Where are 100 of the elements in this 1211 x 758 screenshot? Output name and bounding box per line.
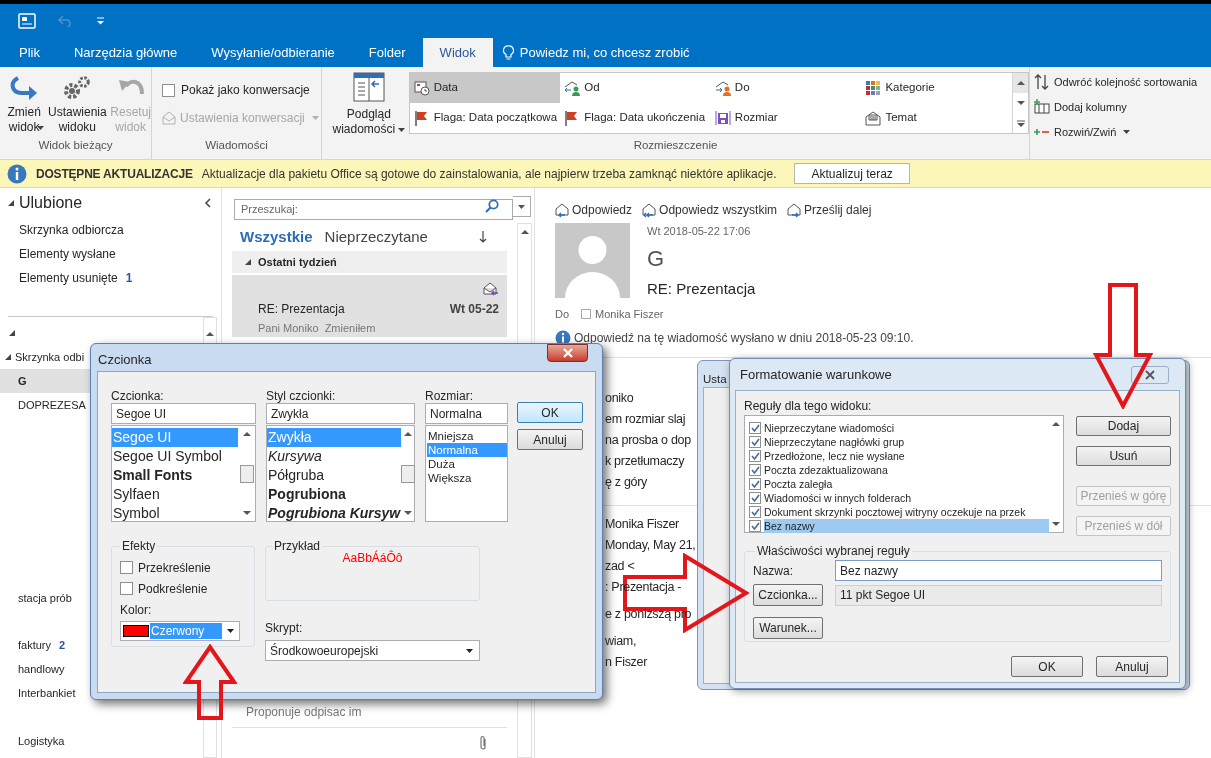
ribbon-tab[interactable]: Folder: [351, 38, 423, 67]
expand-triangle-icon[interactable]: [244, 258, 252, 266]
folder-item[interactable]: Elementy usunięte: [19, 269, 118, 287]
text-field[interactable]: Zwykła: [266, 403, 415, 424]
expand-triangle-icon[interactable]: [4, 353, 12, 361]
scroll-up-icon[interactable]: [1016, 81, 1025, 85]
folder-item[interactable]: stacja prób: [18, 589, 72, 607]
sort-arrow-icon[interactable]: [479, 231, 487, 243]
close-button[interactable]: [1131, 365, 1169, 384]
dialog-button[interactable]: Dodaj: [1075, 416, 1171, 436]
expand-triangle-icon[interactable]: [7, 199, 15, 207]
filter-tab[interactable]: Nieprzeczytane: [324, 225, 428, 249]
folder-item[interactable]: faktury: [18, 636, 51, 654]
checkbox[interactable]: [749, 506, 761, 518]
checkbox[interactable]: [749, 436, 761, 448]
rule-item[interactable]: Nieprzeczytane wiadomości: [764, 421, 1049, 435]
checkbox[interactable]: [749, 478, 761, 490]
caret-icon[interactable]: [518, 204, 525, 209]
filter-tab[interactable]: Wszystkie: [240, 225, 313, 249]
collapse-chevron-icon[interactable]: [204, 198, 211, 208]
list-item[interactable]: Pogrubiona Kursyw: [267, 504, 402, 523]
scroll-down-icon[interactable]: [1051, 522, 1060, 526]
caret-icon[interactable]: [1123, 130, 1131, 134]
folder-item[interactable]: Elementy wysłane: [19, 245, 116, 263]
reply-action[interactable]: Prześlij dalej: [787, 201, 872, 219]
view-button[interactable]: Zmień widok: [4, 73, 45, 135]
scroll-up-icon[interactable]: [1051, 422, 1060, 426]
scroll-down-icon[interactable]: [404, 511, 413, 515]
recipient-name[interactable]: Monika Fiszer: [595, 306, 664, 323]
reading-pane-button[interactable]: Podgląd wiadomości: [330, 72, 408, 137]
list-item[interactable]: Duża: [427, 457, 507, 471]
list-item[interactable]: Pogrubiona: [267, 485, 402, 504]
list-item[interactable]: Półgruba: [267, 466, 402, 485]
rule-item[interactable]: Przedłożone, lecz nie wysłane: [764, 449, 1049, 463]
ribbon-tab[interactable]: Narzędzia główne: [56, 38, 195, 67]
sort-command[interactable]: Rozwiń/Zwiń: [1034, 122, 1211, 142]
caret-icon[interactable]: [227, 629, 234, 633]
dialog-button[interactable]: Usuń: [1075, 446, 1171, 466]
name-field[interactable]: Bez nazwy: [835, 560, 1162, 581]
checkbox[interactable]: [749, 492, 761, 504]
scroll-up-icon[interactable]: [242, 432, 251, 436]
dialog-button[interactable]: Anuluj: [1096, 656, 1168, 677]
caret-icon[interactable]: [466, 648, 473, 653]
condition-button[interactable]: Warunek...: [753, 617, 823, 639]
ribbon-tab[interactable]: Plik: [2, 38, 57, 67]
ribbon-tab[interactable]: Wysyłanie/odbieranie: [194, 38, 352, 67]
rule-item[interactable]: Dokument skrzynki pocztowej witryny oczekuje na przek: [764, 505, 1049, 519]
folder-item[interactable]: Skrzynka odbiorcza: [19, 221, 124, 239]
checkbox[interactable]: [120, 561, 133, 574]
list-item[interactable]: Small Fonts: [112, 466, 238, 485]
ribbon-tab[interactable]: Widok: [422, 38, 493, 67]
list-item[interactable]: Większa: [427, 471, 507, 485]
rule-item[interactable]: Bez nazwy: [764, 519, 1049, 533]
folder-item[interactable]: Logistyka: [18, 732, 65, 750]
checkbox[interactable]: [749, 464, 761, 476]
close-button[interactable]: [547, 344, 588, 362]
scroll-up-icon[interactable]: [404, 432, 413, 436]
list-item[interactable]: Sylfaen: [112, 485, 238, 504]
arrangement-option[interactable]: Data: [409, 73, 561, 103]
script-select[interactable]: Środkowoeuropejski: [265, 640, 480, 661]
reply-action[interactable]: Odpowiedz wszystkim: [642, 201, 778, 219]
rule-item[interactable]: Wiadomości w innych folderach: [764, 491, 1049, 505]
text-field[interactable]: Normalna: [425, 403, 508, 424]
folder-item[interactable]: Interbankiet: [18, 684, 76, 702]
scroll-up-icon[interactable]: [520, 230, 529, 234]
dialog-button[interactable]: OK: [517, 402, 583, 423]
list-item[interactable]: Kursywa: [267, 447, 402, 466]
search-field[interactable]: Przeszukaj:: [234, 198, 513, 220]
caret-icon[interactable]: [398, 127, 406, 132]
rule-item[interactable]: Poczta zdezaktualizowana: [764, 463, 1049, 477]
view-button[interactable]: Ustawienia widoku: [48, 73, 107, 135]
list-item[interactable]: Mniejsza: [427, 429, 507, 443]
tell-me-field[interactable]: Powiedz mi, co chcesz zrobić: [519, 42, 690, 63]
checkbox[interactable]: [120, 582, 133, 595]
update-now-button[interactable]: Aktualizuj teraz: [794, 163, 910, 184]
favorites-header[interactable]: Ulubione: [19, 191, 83, 215]
folder-item[interactable]: handlowy: [18, 660, 65, 678]
text-field[interactable]: Segoe UI: [111, 403, 256, 424]
checkbox[interactable]: [162, 83, 175, 97]
folder-item[interactable]: Skrzynka odbi: [15, 348, 85, 366]
sort-command[interactable]: Odwróć kolejność sortowania: [1034, 72, 1211, 92]
dialog-button[interactable]: OK: [1011, 656, 1083, 677]
scroll-down-icon[interactable]: [242, 511, 251, 515]
checkbox[interactable]: [749, 450, 761, 462]
folder-item[interactable]: DOPREZESA: [18, 396, 86, 414]
search-scope-dropdown[interactable]: [513, 196, 531, 217]
app-icon[interactable]: [18, 13, 36, 29]
scroll-down-icon[interactable]: [1016, 101, 1025, 105]
expand-triangle-icon[interactable]: [8, 329, 16, 337]
scroll-up-icon[interactable]: [206, 332, 214, 336]
dialog-button[interactable]: Anuluj: [517, 429, 583, 450]
list-item[interactable]: Segoe UI Symbol: [112, 447, 238, 466]
font-button[interactable]: Czcionka...: [753, 584, 823, 606]
customize-caret-icon[interactable]: [96, 17, 105, 25]
scroll-thumb[interactable]: [239, 464, 254, 483]
rule-item[interactable]: Poczta zaległa: [764, 477, 1049, 491]
checkbox[interactable]: [749, 422, 761, 434]
sort-command[interactable]: Dodaj kolumny: [1034, 97, 1211, 117]
reply-action[interactable]: Odpowiedz: [555, 201, 633, 219]
folder-item[interactable]: G: [18, 372, 27, 390]
